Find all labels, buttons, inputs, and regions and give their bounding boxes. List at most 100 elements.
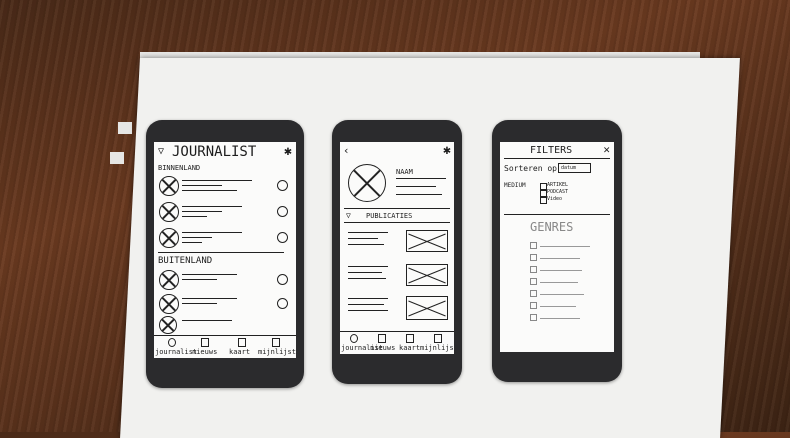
divider: [344, 222, 450, 223]
text-line: [182, 274, 237, 275]
paper-tab: [118, 122, 132, 134]
name-label: NAAM: [396, 168, 413, 176]
text-line: [182, 298, 237, 299]
checkbox-label: ARTIKEL: [547, 182, 569, 188]
text-line: [348, 298, 388, 299]
bottom-nav: journalist nieuws kaart mijnlijst: [340, 331, 454, 354]
text-line: [348, 266, 388, 267]
checkbox-label: Video: [547, 196, 563, 202]
filter-icon[interactable]: ▽: [346, 211, 351, 220]
checkbox[interactable]: [530, 254, 537, 261]
bookmark-icon[interactable]: [277, 274, 288, 285]
page-title: FILTERS: [530, 145, 573, 156]
text-line: [540, 270, 582, 271]
text-line: [348, 238, 378, 239]
checkbox[interactable]: [540, 197, 547, 204]
text-line: [348, 304, 384, 305]
text-line: [182, 242, 202, 243]
bookmark-icon: [434, 334, 442, 343]
divider: [158, 252, 284, 253]
checkbox-label: PODCAST: [547, 189, 569, 195]
phone-mockup-journalist: ▽ JOURNALIST ✱ BINNENLAND BUITENLAND jou…: [146, 120, 304, 388]
back-icon[interactable]: ‹: [343, 144, 350, 157]
nav-mijnlijst[interactable]: mijnlijst: [258, 348, 296, 356]
phone-mockup-profile: ‹ ✱ NAAM ▽ PUBLICATIES journalist nieuws: [332, 120, 462, 384]
text-line: [348, 310, 388, 311]
gear-icon[interactable]: ✱: [443, 143, 451, 158]
text-line: [182, 237, 212, 238]
text-line: [396, 194, 442, 195]
phone-screen: ▽ JOURNALIST ✱ BINNENLAND BUITENLAND jou…: [154, 142, 296, 358]
section-heading: BUITENLAND: [158, 256, 213, 266]
filter-icon[interactable]: ▽: [158, 146, 164, 157]
text-line: [540, 294, 584, 295]
checkbox[interactable]: [530, 242, 537, 249]
checkbox[interactable]: [530, 302, 537, 309]
nav-kaart[interactable]: kaart: [229, 348, 250, 356]
checkbox[interactable]: [530, 266, 537, 273]
sort-label: Sorteren op: [504, 164, 557, 173]
nav-nieuws[interactable]: nieuws: [192, 348, 217, 356]
text-line: [182, 206, 242, 207]
bookmark-icon: [272, 338, 280, 347]
sort-select[interactable]: datum: [558, 163, 592, 173]
avatar: [159, 228, 179, 248]
close-icon[interactable]: ✕: [603, 143, 610, 156]
avatar: [159, 294, 179, 314]
map-icon: [238, 338, 246, 347]
nav-mijnlijst[interactable]: mijnlijst: [420, 344, 454, 352]
phone-screen: FILTERS ✕ Sorteren op datum MEDIUM ARTIK…: [500, 142, 614, 352]
text-line: [348, 244, 384, 245]
text-line: [396, 178, 446, 179]
avatar: [159, 176, 179, 196]
divider: [504, 158, 610, 159]
text-line: [182, 190, 237, 191]
nav-journalist[interactable]: journalist: [155, 348, 197, 356]
checkbox[interactable]: [540, 183, 547, 190]
text-line: [540, 282, 578, 283]
text-line: [348, 272, 382, 273]
text-line: [182, 232, 242, 233]
nav-kaart[interactable]: kaart: [399, 344, 420, 352]
divider: [504, 214, 610, 215]
text-line: [348, 278, 386, 279]
thumbnail-image[interactable]: [406, 296, 448, 320]
thumbnail-image[interactable]: [406, 230, 448, 252]
text-line: [182, 279, 217, 280]
checkbox[interactable]: [530, 290, 537, 297]
bookmark-icon[interactable]: [277, 206, 288, 217]
person-icon: [350, 334, 358, 343]
bookmark-icon[interactable]: [277, 232, 288, 243]
bottom-nav: journalist nieuws kaart mijnlijst: [154, 335, 296, 358]
genres-label: GENRES: [530, 220, 574, 234]
text-line: [540, 306, 576, 307]
nav-nieuws[interactable]: nieuws: [370, 344, 395, 352]
paper-tab: [110, 152, 124, 164]
avatar: [159, 316, 177, 334]
page-title: JOURNALIST: [172, 144, 257, 160]
text-line: [182, 180, 252, 181]
bookmark-icon[interactable]: [277, 180, 288, 191]
map-icon: [406, 334, 414, 343]
bookmark-icon[interactable]: [277, 298, 288, 309]
phone-mockup-filters: FILTERS ✕ Sorteren op datum MEDIUM ARTIK…: [492, 120, 622, 382]
phone-screen: ‹ ✱ NAAM ▽ PUBLICATIES journalist nieuws: [340, 142, 454, 354]
text-line: [182, 303, 217, 304]
avatar: [159, 202, 179, 222]
megaphone-icon: [201, 338, 209, 347]
checkbox[interactable]: [530, 314, 537, 321]
text-line: [348, 232, 388, 233]
text-line: [540, 246, 590, 247]
megaphone-icon: [378, 334, 386, 343]
checkbox[interactable]: [540, 190, 547, 197]
avatar: [159, 270, 179, 290]
text-line: [540, 318, 580, 319]
gear-icon[interactable]: ✱: [284, 144, 292, 159]
text-line: [182, 211, 222, 212]
text-line: [182, 320, 232, 321]
section-heading: BINNENLAND: [158, 164, 201, 172]
thumbnail-image[interactable]: [406, 264, 448, 286]
checkbox[interactable]: [530, 278, 537, 285]
text-line: [540, 258, 580, 259]
medium-label: MEDIUM: [504, 182, 526, 189]
